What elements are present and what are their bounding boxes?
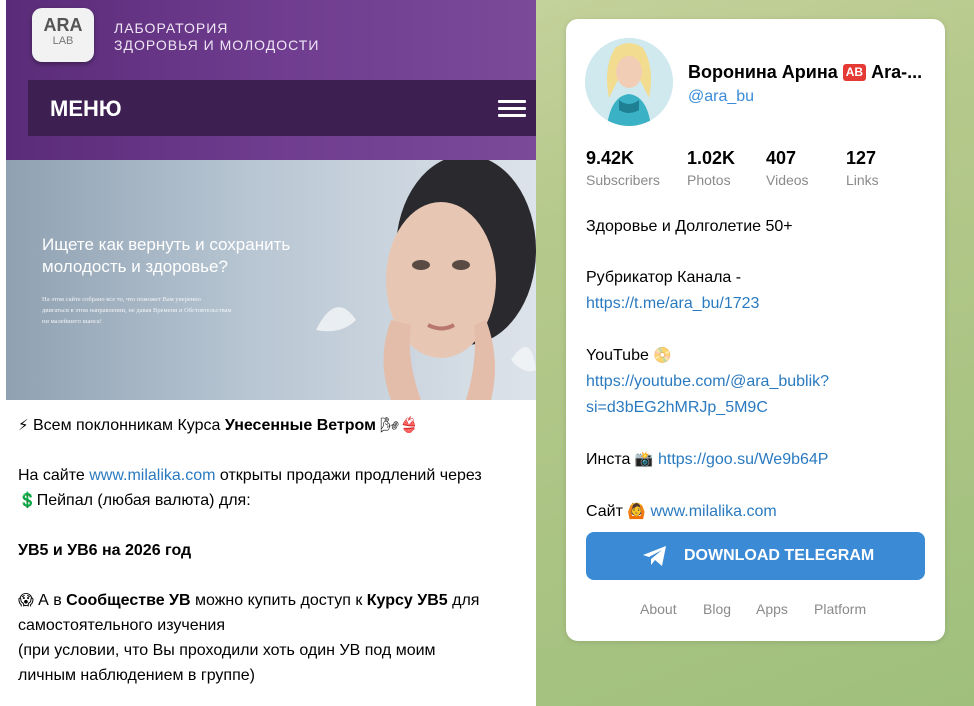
stat-videos-value: 407 [766,148,797,168]
channel-handle[interactable]: @ara_bu [688,88,754,106]
logo-text-bottom: LAB [52,35,74,47]
post-line-5-pre: А в [33,592,67,609]
post-line-2-post: открыты продажи продлений через [215,467,482,484]
stat-videos: 407 Videos [766,147,809,191]
insta-line: Инста 📸 https://goo.su/We9b64P [586,446,926,473]
channel-name: Воронина Арина AB Ara-... [688,62,934,83]
post-text: ⚡ Всем поклонникам Курса Унесенные Ветро… [18,413,528,688]
brand-line-2: ЗДОРОВЬЯ И МОЛОДОСТИ [114,37,320,53]
post-line-1-text: Всем поклонникам Курса [33,417,225,434]
footer-link-blog[interactable]: Blog [703,601,731,617]
insta-label: Инста [586,451,631,468]
celebrating-face-icon: 😱 [18,591,34,609]
wind-icon: 🌬 [380,416,400,434]
hero-subtext-line-2: двигаться в этом направлении, не давая В… [42,307,232,314]
site-menu-bar: МЕНЮ [28,80,536,136]
rubric-label: Рубрикатор Канала - [586,269,742,286]
community-name: Сообществе УВ [66,592,191,609]
footer-link-about[interactable]: About [640,601,677,617]
post-line-3-text: Пейпал (любая валюта) для: [36,492,251,509]
post-line-2-pre: На сайте [18,467,90,484]
hero-subtext-line-3: ни малейшего шанса! [42,318,102,325]
course-uv5-name: Курсу УВ5 [366,592,448,609]
channel-description: Здоровье и Долголетие 50+ Рубрикатор Кан… [586,214,926,525]
post-line-5-post: для [447,592,480,609]
person-icon: 🙆 [627,502,647,520]
stat-links: 127 Links [846,147,879,191]
hero-title: Ищете как вернуть и сохранить молодость … [42,234,342,278]
avatar-illustration [585,38,673,126]
ara-lab-logo: ARA LAB [32,8,94,62]
youtube-line: YouTube 📀 [586,342,926,369]
stat-videos-label: Videos [766,172,809,188]
channel-name-suffix: Ara-... [871,62,923,82]
channel-name-text: Воронина Арина [688,62,838,82]
stat-links-label: Links [846,172,879,188]
telegram-plane-icon [643,546,666,566]
post-line-6: самостоятельного изучения [18,617,226,634]
site-label: Сайт [586,503,623,520]
post-line-5: 😱 А в Сообществе УВ можно купить доступ … [18,588,528,613]
post-line-2: На сайте www.milalika.com открыты продаж… [18,463,528,488]
hamburger-icon [498,100,526,118]
logo-text-top: ARA [43,15,83,35]
stat-subscribers: 9.42K Subscribers [586,147,660,191]
site-link[interactable]: www.milalika.com [651,503,777,520]
woman-portrait-illustration [316,160,536,400]
lightning-icon: ⚡ [18,416,29,434]
youtube-link-part-2[interactable]: si=d3bEG2hMRJp_5M9C [586,399,768,416]
site-line: Сайт 🙆 www.milalika.com [586,498,926,525]
stat-photos-value: 1.02K [687,148,736,168]
post-line-4: УВ5 и УВ6 на 2026 год [18,538,528,563]
desc-line-1: Здоровье и Долголетие 50+ [586,218,793,235]
camera-icon: 📸 [634,450,654,468]
download-telegram-label: DOWNLOAD TELEGRAM [684,547,875,564]
hero-image: Ищете как вернуть и сохранить молодость … [6,160,536,400]
post-line-7: (при условии, что Вы проходили хоть один… [18,642,436,659]
stat-subscribers-value: 9.42K [586,148,635,168]
youtube-label: YouTube [586,347,649,364]
stat-links-value: 127 [846,148,877,168]
post-line-8: личным наблюдением в группе) [18,667,255,684]
rubric-link[interactable]: https://t.me/ara_bu/1723 [586,295,759,312]
footer-link-apps[interactable]: Apps [756,601,788,617]
post-line-5-mid: можно купить доступ к [190,592,367,609]
post-line-3: 💲Пейпал (любая валюта) для: [18,488,528,513]
channel-avatar[interactable] [585,38,673,126]
post-bubble: ARA LAB ЛАБОРАТОРИЯ ЗДОРОВЬЯ И МОЛОДОСТИ… [0,0,536,706]
channel-card: Воронина Арина AB Ara-... @ara_bu 9.42K … [566,19,945,641]
menu-label: МЕНЮ [50,96,122,121]
site-header: ARA LAB ЛАБОРАТОРИЯ ЗДОРОВЬЯ И МОЛОДОСТИ… [6,0,536,160]
ab-badge-icon: AB [842,64,867,81]
money-bag-icon: 💲 [18,491,37,509]
hero-title-line-1: Ищете как вернуть и сохранить [42,235,291,254]
swimsuit-icon: 👙 [399,416,419,434]
brand-title: ЛАБОРАТОРИЯ ЗДОРОВЬЯ И МОЛОДОСТИ [114,20,319,54]
hero-subtext-line-1: На этом сайте собрано все то, что поможе… [42,296,201,303]
stat-photos-label: Photos [687,172,731,188]
disc-icon: 📀 [653,346,673,364]
brand-line-1: ЛАБОРАТОРИЯ [114,20,229,36]
insta-link[interactable]: https://goo.su/We9b64P [658,451,828,468]
hero-subtext: На этом сайте собрано все то, что поможе… [42,294,282,327]
youtube-link-part-1[interactable]: https://youtube.com/@ara_bublik? [586,373,829,390]
hero-title-line-2: молодость и здоровье? [42,257,228,276]
footer-link-platform[interactable]: Platform [814,601,866,617]
stat-photos: 1.02K Photos [687,147,735,191]
download-telegram-button[interactable]: DOWNLOAD TELEGRAM [586,532,925,580]
milalika-link[interactable]: www.milalika.com [89,467,215,484]
stat-subscribers-label: Subscribers [586,172,660,188]
post-line-4-text: УВ5 и УВ6 на 2026 год [18,542,192,559]
post-line-1: ⚡ Всем поклонникам Курса Унесенные Ветро… [18,413,528,438]
course-name: Унесенные Ветром [224,417,376,434]
